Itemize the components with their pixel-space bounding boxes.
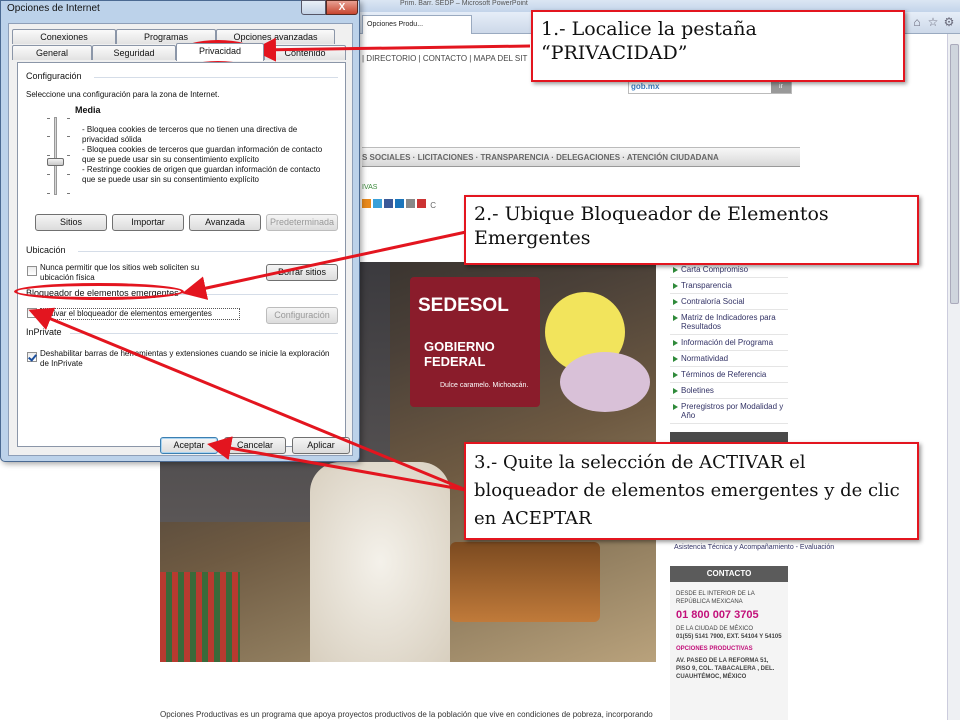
tab-privacidad[interactable]: Privacidad xyxy=(176,43,264,61)
arrow-step1 xyxy=(252,37,531,62)
arrow-step3-checkbox xyxy=(28,307,467,492)
callout-step1: 1.- Localice la pestaña “PRIVACIDAD” xyxy=(531,10,905,82)
arrow-step2 xyxy=(182,230,467,300)
callout-step3: 3.- Quite la selección de ACTIVAR el blo… xyxy=(464,442,919,540)
callout-step2: 2.- Ubique Bloqueador de Elementos Emerg… xyxy=(464,195,919,265)
annotation-arrows xyxy=(28,37,531,492)
arrow-step3-aceptar xyxy=(207,436,467,492)
